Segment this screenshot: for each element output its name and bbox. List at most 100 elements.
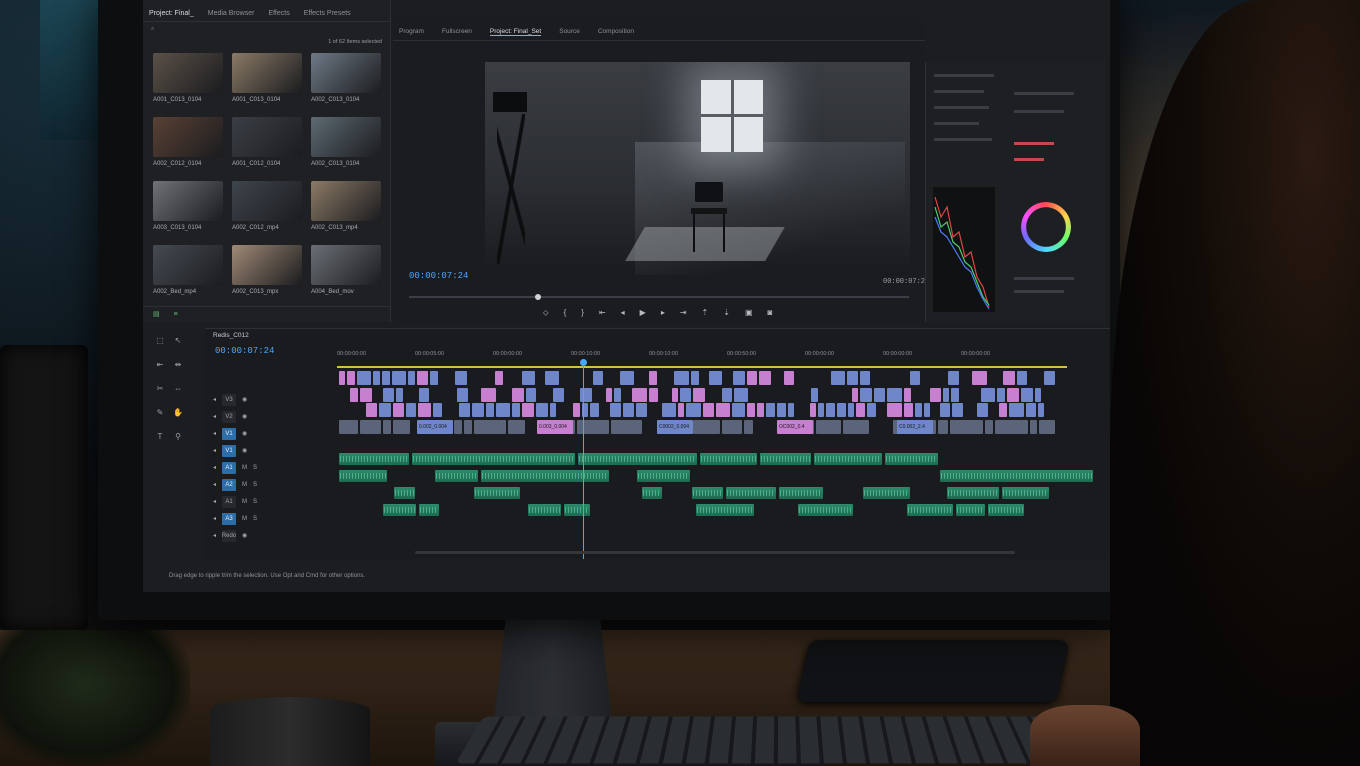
- video-clip[interactable]: [847, 371, 858, 385]
- audio-clip[interactable]: [779, 487, 823, 499]
- selection-tool-icon[interactable]: ⬚: [151, 336, 169, 354]
- audio-clip[interactable]: [947, 487, 999, 499]
- video-clip[interactable]: [464, 420, 472, 434]
- video-clip[interactable]: [837, 403, 846, 417]
- solo-button[interactable]: S: [253, 482, 257, 488]
- video-clip[interactable]: [759, 371, 771, 385]
- audio-clip[interactable]: [474, 487, 520, 499]
- slip-tool-icon[interactable]: ⇔: [169, 384, 187, 402]
- video-clip[interactable]: [784, 371, 794, 385]
- keyboard[interactable]: [455, 716, 1105, 764]
- video-clip[interactable]: [938, 420, 948, 434]
- video-clip[interactable]: [347, 371, 355, 385]
- audio-clip[interactable]: [696, 504, 754, 516]
- video-clip[interactable]: [716, 403, 730, 417]
- track-header[interactable]: ◂ V3 ◉: [213, 391, 333, 408]
- video-clip[interactable]: [590, 403, 599, 417]
- video-clip[interactable]: [610, 403, 621, 417]
- mute-button[interactable]: M: [242, 516, 247, 522]
- eye-icon[interactable]: ◉: [242, 413, 247, 420]
- video-clip[interactable]: [1007, 388, 1019, 402]
- video-clip[interactable]: [733, 371, 745, 385]
- audio-clip[interactable]: [383, 504, 416, 516]
- video-clip[interactable]: [508, 420, 525, 434]
- audio-clip[interactable]: [726, 487, 776, 499]
- audio-clip[interactable]: [419, 504, 439, 516]
- video-clip[interactable]: [577, 420, 609, 434]
- video-clip[interactable]: [904, 388, 911, 402]
- clip-thumbnail[interactable]: A002_C013_0104: [311, 117, 381, 167]
- audio-clip[interactable]: [798, 504, 853, 516]
- video-clip[interactable]: [550, 403, 556, 417]
- audio-clip[interactable]: [435, 470, 478, 482]
- video-clip[interactable]: [360, 420, 381, 434]
- video-clip[interactable]: [887, 403, 902, 417]
- audio-clip[interactable]: [1002, 487, 1049, 499]
- video-clip[interactable]: [606, 388, 612, 402]
- audio-clip[interactable]: [578, 453, 697, 465]
- mute-button[interactable]: M: [242, 499, 247, 505]
- list-view-icon[interactable]: ≡: [174, 311, 178, 318]
- video-clip[interactable]: [408, 371, 415, 385]
- track-header[interactable]: ◂ Redo ◉: [213, 527, 333, 544]
- audio-clip[interactable]: [940, 470, 1093, 482]
- eye-icon[interactable]: ◉: [242, 430, 247, 437]
- video-clip[interactable]: [678, 403, 684, 417]
- clip-thumbnail[interactable]: A003_C013_0104: [153, 181, 223, 231]
- video-clip[interactable]: [393, 403, 404, 417]
- video-clip[interactable]: [1003, 371, 1015, 385]
- video-clip[interactable]: [1035, 388, 1041, 402]
- audio-clip[interactable]: [700, 453, 757, 465]
- video-clip[interactable]: [418, 403, 431, 417]
- video-clip[interactable]: [867, 403, 876, 417]
- rolling-edit-icon[interactable]: ⇹: [169, 360, 187, 378]
- track-header[interactable]: ◂ A3 M S: [213, 510, 333, 527]
- video-clip[interactable]: [573, 403, 580, 417]
- go-to-in-icon[interactable]: ⇤: [599, 308, 606, 318]
- video-clip[interactable]: [383, 420, 391, 434]
- track-label[interactable]: A1: [222, 495, 237, 508]
- video-clip[interactable]: [924, 403, 930, 417]
- tab-effects-presets[interactable]: Effects Presets: [304, 10, 351, 17]
- video-clip[interactable]: [1021, 388, 1033, 402]
- audio-clip[interactable]: [907, 504, 953, 516]
- track-label[interactable]: V2: [222, 410, 237, 423]
- video-clip[interactable]: [486, 403, 494, 417]
- video-clip[interactable]: [649, 371, 657, 385]
- video-clip[interactable]: [722, 388, 732, 402]
- razor-tool-icon[interactable]: ✂: [151, 384, 169, 402]
- track-label[interactable]: V1: [222, 427, 237, 440]
- lock-icon[interactable]: ◂: [213, 396, 216, 403]
- audio-clip[interactable]: [863, 487, 910, 499]
- video-clip[interactable]: [811, 388, 818, 402]
- video-clip[interactable]: [1030, 420, 1037, 434]
- step-forward-icon[interactable]: ▸: [661, 308, 665, 318]
- track-header[interactable]: ◂ A1 M S: [213, 493, 333, 510]
- video-clip[interactable]: [383, 388, 394, 402]
- lock-icon[interactable]: ◂: [213, 413, 216, 420]
- video-clip[interactable]: [995, 420, 1028, 434]
- video-clip[interactable]: [632, 388, 647, 402]
- clip-thumbnail[interactable]: A002_C012_mp4: [232, 181, 302, 231]
- video-clip[interactable]: [360, 388, 372, 402]
- eye-icon[interactable]: ◉: [242, 532, 247, 539]
- audio-clip[interactable]: [339, 470, 387, 482]
- video-clip[interactable]: [981, 388, 995, 402]
- video-clip[interactable]: [373, 371, 380, 385]
- audio-clip[interactable]: [988, 504, 1024, 516]
- video-clip[interactable]: [474, 420, 506, 434]
- hand-tool-icon[interactable]: ✋: [169, 408, 187, 426]
- video-clip[interactable]: [680, 388, 691, 402]
- solo-button[interactable]: S: [253, 516, 257, 522]
- video-clip[interactable]: [339, 371, 345, 385]
- video-clip[interactable]: [1009, 403, 1024, 417]
- clip-thumbnail[interactable]: A001_C012_0104: [232, 117, 302, 167]
- video-clip[interactable]: [826, 403, 835, 417]
- extract-icon[interactable]: ⇣: [723, 308, 730, 318]
- video-clip[interactable]: [693, 388, 705, 402]
- video-clip[interactable]: [856, 403, 865, 417]
- video-clip[interactable]: [788, 403, 794, 417]
- video-clip[interactable]: [818, 403, 824, 417]
- lock-icon[interactable]: ◂: [213, 430, 216, 437]
- video-clip[interactable]: [1038, 403, 1044, 417]
